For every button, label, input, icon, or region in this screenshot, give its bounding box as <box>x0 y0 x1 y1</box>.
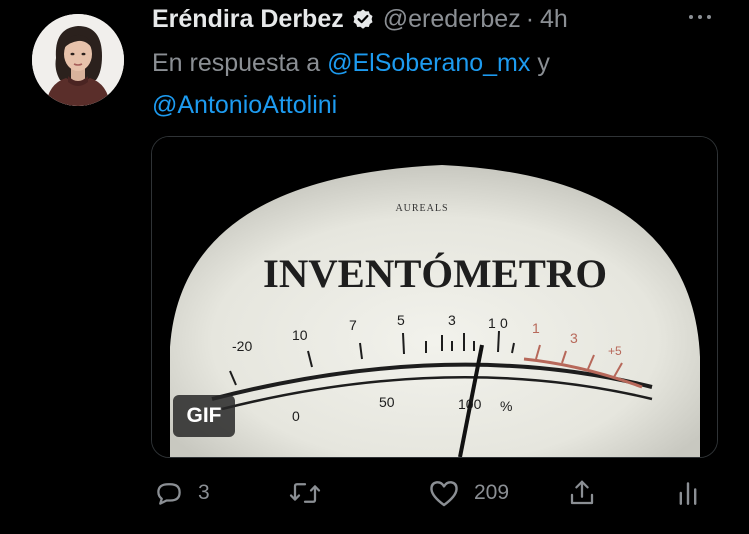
retweet-icon <box>289 483 321 503</box>
meter-title: INVENTÓMETRO <box>263 251 607 296</box>
reply-icon <box>157 483 181 505</box>
display-name[interactable]: Eréndira Derbez <box>152 5 344 34</box>
mention-link-2[interactable]: @AntonioAttolini <box>152 91 337 119</box>
handle[interactable]: @erederbez <box>383 5 521 34</box>
like-button[interactable]: 209 <box>428 468 509 518</box>
more-dot <box>689 15 693 19</box>
scale-label-top: +5 <box>608 344 622 358</box>
scale-label-bottom: 50 <box>379 394 395 410</box>
scale-label-bottom: 100 <box>458 396 482 412</box>
more-options-icon[interactable] <box>680 5 720 29</box>
scale-label-top: 5 <box>397 312 405 328</box>
action-bar: 3 209 <box>0 468 749 518</box>
share-button[interactable] <box>567 468 597 518</box>
scale-label-top: 7 <box>349 317 357 333</box>
analytics-button[interactable] <box>676 468 700 518</box>
scale-label-top: 10 <box>292 327 308 343</box>
more-dot <box>707 15 711 19</box>
mention-link-1[interactable]: @ElSoberano_mx <box>327 49 530 77</box>
scale-label-top: 0 <box>500 315 508 331</box>
gif-media[interactable]: AUREALS INVENTÓMETRO -20 10 7 5 3 1 0 1 … <box>151 136 718 458</box>
reply-context: En respuesta a @ElSoberano_mx y @Antonio… <box>152 42 712 126</box>
verified-badge-icon <box>353 9 373 29</box>
reply-connector: y <box>537 49 550 77</box>
tweet: Eréndira Derbez @erederbez · 4h En respu… <box>0 0 749 534</box>
avatar-image <box>32 14 124 106</box>
share-icon <box>570 480 594 505</box>
separator-dot: · <box>525 4 535 33</box>
scale-label-top: 1 <box>488 315 496 331</box>
timestamp[interactable]: 4h <box>540 5 568 34</box>
scale-label-top: -20 <box>232 338 252 354</box>
reply-count: 3 <box>198 481 210 504</box>
reply-button[interactable]: 3 <box>154 468 210 518</box>
scale-label-top: 3 <box>570 330 578 346</box>
reply-prefix: En respuesta a <box>152 49 321 77</box>
meter-image: AUREALS INVENTÓMETRO -20 10 7 5 3 1 0 1 … <box>152 137 717 457</box>
avatar[interactable] <box>32 14 124 106</box>
analytics-icon <box>679 482 697 505</box>
scale-label-top: 1 <box>532 320 540 336</box>
scale-label-bottom: % <box>500 398 512 414</box>
more-dot <box>698 15 702 19</box>
like-count: 209 <box>474 481 510 504</box>
scale-label-bottom: 0 <box>292 408 300 424</box>
meter-brand: AUREALS <box>395 203 448 214</box>
tweet-header: Eréndira Derbez @erederbez · 4h <box>152 4 568 34</box>
like-icon <box>430 481 458 507</box>
scale-label-top: 3 <box>448 312 456 328</box>
gif-badge: GIF <box>173 395 235 437</box>
retweet-button[interactable] <box>288 468 336 518</box>
